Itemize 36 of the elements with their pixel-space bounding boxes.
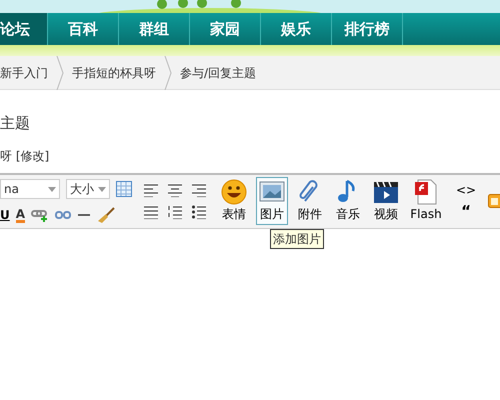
breadcrumb-link[interactable]: 手指短的杯具呀 xyxy=(72,64,156,82)
table-icon[interactable] xyxy=(116,181,132,197)
brush-icon[interactable] xyxy=(97,207,116,223)
font-select[interactable]: na xyxy=(0,179,60,199)
subject-text: 呀 xyxy=(0,148,12,162)
tooltip: 添加图片 xyxy=(270,229,324,249)
breadcrumb-link[interactable]: 新手入门 xyxy=(0,64,48,82)
nav-tab[interactable]: 论坛 xyxy=(0,13,48,45)
edit-link[interactable]: [修改] xyxy=(16,148,50,162)
media-button[interactable]: 图片 xyxy=(256,177,288,225)
media-button[interactable]: 视频 xyxy=(370,177,402,225)
smiley-icon xyxy=(221,179,247,205)
underline-button[interactable]: U xyxy=(0,209,10,221)
size-select[interactable]: 大小 xyxy=(66,179,110,199)
font-color-button[interactable]: A xyxy=(16,208,26,222)
justify-icon[interactable] xyxy=(144,205,158,219)
align-left-icon[interactable] xyxy=(144,183,158,197)
flash-file-icon xyxy=(413,179,439,205)
align-center-icon[interactable] xyxy=(168,183,182,197)
numbered-list-icon[interactable] xyxy=(168,205,182,219)
media-button[interactable]: 音乐 xyxy=(332,177,364,225)
bullet-list-icon[interactable] xyxy=(192,205,206,219)
link-icon[interactable] xyxy=(31,208,50,222)
dropdown-caret-icon xyxy=(48,186,56,192)
code-button[interactable]: <> xyxy=(456,184,476,196)
media-button[interactable]: 附件 xyxy=(294,177,326,225)
dropdown-caret-icon xyxy=(98,186,106,192)
align-right-icon[interactable] xyxy=(192,183,206,197)
page-heading: 主题 xyxy=(0,113,31,134)
widget-icon[interactable] xyxy=(488,194,500,208)
clapperboard-icon xyxy=(373,179,399,205)
media-button[interactable]: 表情 xyxy=(218,177,250,225)
breadcrumb-link[interactable]: 参与/回复主题 xyxy=(180,64,256,82)
quote-button[interactable]: “ xyxy=(456,204,476,218)
unlink-icon[interactable] xyxy=(55,209,72,221)
media-button[interactable]: Flash xyxy=(408,177,444,225)
